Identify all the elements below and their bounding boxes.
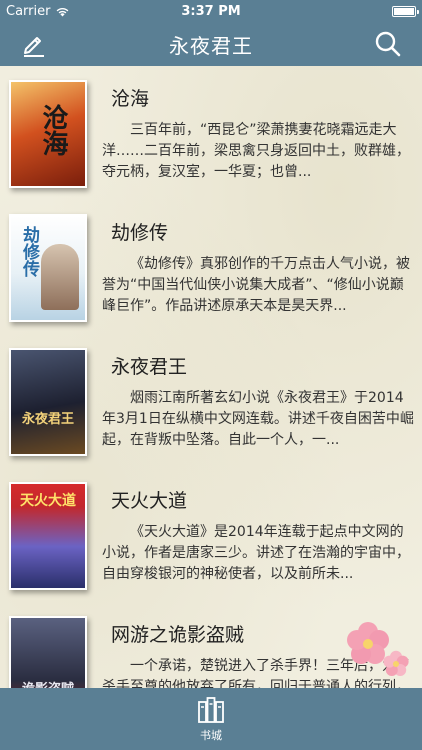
book-cover: 劫修传 [9, 214, 87, 322]
book-item-canghai[interactable]: 沧海 沧海 三百年前，“西昆仑”梁萧携妻花晓霜远走大洋……二百年前，梁思禽只身返… [0, 66, 422, 200]
search-button[interactable] [372, 28, 404, 60]
cover-title: 沧海 [38, 104, 68, 156]
status-bar: Carrier 3:37 PM [0, 0, 422, 22]
book-cover: 沧海 [9, 80, 87, 188]
wifi-icon [57, 7, 69, 16]
flower-decoration [347, 622, 409, 676]
book-item-jiexiuzhuan[interactable]: 劫修传 劫修传 《劫修传》真邪创作的千万点击人气小说，被誉为“中国当代仙侠小说集… [0, 200, 422, 334]
nav-bar: 永夜君王 [0, 22, 422, 66]
edit-icon [24, 37, 44, 57]
book-title: 劫修传 [111, 222, 169, 244]
book-description: 《劫修传》真邪创作的千万点击人气小说，被誉为“中国当代仙侠小说集大成者”、“修仙… [102, 256, 410, 314]
book-description: 《天火大道》是2014年连载于起点中文网的小说，作者是唐家三少。讲述了在浩瀚的宇… [102, 524, 410, 582]
page-title: 永夜君王 [169, 33, 253, 58]
cover-title: 永夜君王 [21, 412, 74, 427]
book-title: 永夜君王 [111, 356, 188, 378]
book-list[interactable]: 沧海 沧海 三百年前，“西昆仑”梁萧携妻花晓霜远走大洋……二百年前，梁思禽只身返… [0, 66, 422, 688]
cover-title: 诡影盗贼 [11, 678, 85, 688]
status-left: Carrier [6, 4, 70, 19]
book-description: 三百年前，“西昆仑”梁萧携妻花晓霜远走大洋……二百年前，梁思禽只身返回中土，败群… [102, 122, 410, 180]
carrier-label: Carrier [6, 3, 51, 19]
book-cover: 永夜君王 [9, 348, 87, 456]
book-item-tianhuodadao[interactable]: 天火大道 天火大道 《天火大道》是2014年连载于起点中文网的小说，作者是唐家三… [0, 468, 422, 602]
battery-icon [392, 5, 419, 17]
book-cover: 诡影盗贼 [9, 616, 87, 688]
tab-bar: 书城 [0, 688, 422, 750]
edit-button[interactable] [18, 28, 50, 60]
bookshelf-icon [198, 696, 224, 723]
book-description: 烟雨江南所著玄幻小说《永夜君王》于2014年3月1日在纵横中文网连载。讲述千夜自… [102, 390, 414, 448]
book-item-yongyejunwang[interactable]: 永夜君王 永夜君王 烟雨江南所著玄幻小说《永夜君王》于2014年3月1日在纵横中… [0, 334, 422, 468]
search-icon [375, 31, 401, 57]
book-cover: 天火大道 [9, 482, 87, 590]
book-title: 网游之诡影盗贼 [111, 624, 245, 646]
cover-title: 劫修传 [19, 226, 39, 277]
book-title: 天火大道 [111, 490, 188, 512]
cover-title: 天火大道 [20, 493, 76, 509]
book-title: 沧海 [111, 88, 150, 110]
tab-label: 书城 [200, 728, 222, 742]
tab-bookstore[interactable]: 书城 [196, 696, 226, 743]
